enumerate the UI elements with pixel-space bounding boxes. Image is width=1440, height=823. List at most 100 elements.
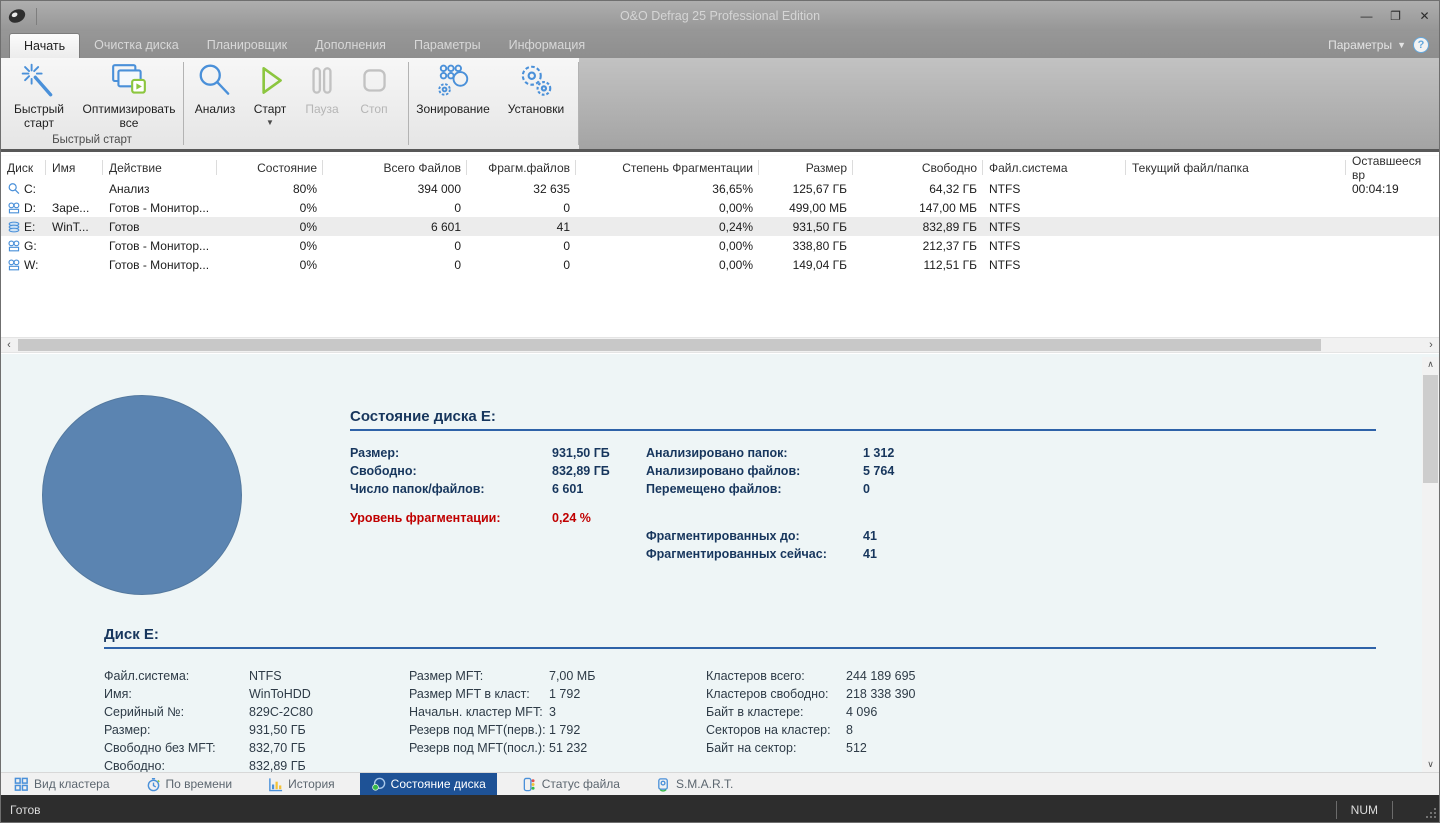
- column-header[interactable]: Фрагм.файлов: [467, 156, 576, 179]
- info-label: Резерв под MFT(посл.):: [409, 741, 546, 755]
- drive-row[interactable]: C: Анализ 80% 394 000 32 635 36,65% 125,67 ГБ 6…: [1, 179, 1439, 198]
- info-label: Размер MFT:: [409, 669, 484, 683]
- table-cell: 0: [454, 200, 461, 215]
- view-tab-cluster[interactable]: Вид кластера: [3, 773, 121, 795]
- table-cell: 0: [454, 257, 461, 272]
- info-label: Перемещено файлов:: [646, 482, 782, 496]
- table-cell: Готов - Монитор...: [109, 257, 210, 272]
- info-label: Кластеров свободно:: [706, 687, 829, 701]
- table-cell: NTFS: [989, 257, 1021, 272]
- disk-state-panel: Состояние диска E: Размер: 931,50 ГБ Свобо…: [1, 354, 1439, 772]
- gears-icon: [517, 62, 555, 100]
- view-tab-disk-state[interactable]: Состояние диска: [359, 773, 497, 795]
- column-header[interactable]: Оставшееся вр: [1346, 154, 1439, 182]
- table-cell: Анализ: [109, 181, 150, 196]
- stop-button[interactable]: Стоп: [351, 62, 397, 116]
- scroll-up-icon[interactable]: ∧: [1422, 357, 1439, 372]
- tab-start[interactable]: Начать: [9, 33, 81, 58]
- table-cell: 0%: [299, 238, 317, 253]
- pause-button[interactable]: Пауза: [299, 62, 345, 116]
- column-header[interactable]: Всего Файлов: [323, 156, 467, 179]
- column-header[interactable]: Степень Фрагментации: [576, 156, 759, 179]
- view-tab-history[interactable]: История: [257, 773, 346, 795]
- analyze-button[interactable]: Анализ: [189, 62, 241, 116]
- horizontal-scrollbar[interactable]: ‹ ›: [1, 337, 1439, 353]
- stop-icon: [355, 62, 393, 100]
- drive-row[interactable]: E: WinT... Готов 0% 6 601 41 0,24% 931,50 ГБ 832…: [1, 217, 1439, 236]
- column-header[interactable]: Размер: [759, 156, 853, 179]
- fragmentation-level-row: Уровень фрагментации: 0,24 %: [350, 511, 591, 525]
- scroll-left-icon[interactable]: ‹: [1, 338, 17, 352]
- close-button[interactable]: ✕: [1410, 3, 1439, 29]
- tab-disk-cleanup[interactable]: Очистка диска: [80, 33, 193, 58]
- num-lock-indicator: NUM: [1335, 800, 1393, 819]
- info-value: 41: [863, 547, 877, 561]
- table-cell: Заре...: [52, 200, 90, 215]
- info-row: Начальн. кластер MFT: 3: [409, 703, 595, 721]
- info-row: Секторов на кластер: 8: [706, 721, 916, 739]
- zoning-button[interactable]: Зонирование: [411, 62, 495, 116]
- info-value: 7,00 МБ: [549, 669, 596, 683]
- app-logo-icon: [7, 6, 27, 26]
- info-label: Фрагментированных до:: [646, 529, 800, 543]
- table-cell: 6 601: [430, 219, 461, 234]
- group-separator: [408, 62, 409, 145]
- view-tab-file-status[interactable]: Статус файла: [511, 773, 631, 795]
- help-icon[interactable]: ?: [1413, 37, 1429, 53]
- info-row: Размер: 931,50 ГБ: [104, 721, 313, 739]
- table-cell: 125,67 ГБ: [792, 181, 847, 196]
- table-cell: 64,32 ГБ: [929, 181, 977, 196]
- column-header[interactable]: Текущий файл/папка: [1126, 156, 1346, 179]
- tab-settings[interactable]: Параметры: [400, 33, 495, 58]
- table-cell: NTFS: [989, 200, 1021, 215]
- table-cell: E:: [1, 220, 46, 234]
- info-label: Файл.система:: [104, 669, 190, 683]
- tab-scheduler[interactable]: Планировщик: [193, 33, 301, 58]
- resize-grip[interactable]: [1424, 806, 1437, 822]
- info-value: 5 764: [863, 464, 895, 478]
- info-value: 1 312: [863, 446, 895, 460]
- tab-info[interactable]: Информация: [495, 33, 600, 58]
- column-header[interactable]: Свободно: [853, 156, 983, 179]
- info-row: Анализировано файлов: 5 764: [646, 462, 1106, 480]
- minimize-button[interactable]: —: [1352, 3, 1381, 29]
- drive-row[interactable]: W: Готов - Монитор... 0% 0 0 0,00% 149,04 ГБ 11…: [1, 255, 1439, 274]
- view-tab-time[interactable]: По времени: [135, 773, 244, 795]
- scroll-right-icon[interactable]: ›: [1423, 338, 1439, 352]
- table-cell: 0: [563, 257, 570, 272]
- view-tab-smart[interactable]: S.M.A.R.T.: [645, 773, 744, 795]
- installations-button[interactable]: Установки: [501, 62, 571, 116]
- drive-row[interactable]: G: Готов - Монитор... 0% 0 0 0,00% 338,80 ГБ 21…: [1, 236, 1439, 255]
- info-label: Свободно:: [350, 464, 417, 478]
- tab-addons[interactable]: Дополнения: [301, 33, 400, 58]
- start-button[interactable]: Старт ▼: [247, 62, 293, 128]
- status-text: Готов: [10, 802, 41, 817]
- info-value: 4 096: [846, 705, 878, 719]
- info-value: 832,70 ГБ: [249, 741, 306, 755]
- info-row: Анализировано папок: 1 312: [646, 444, 1106, 462]
- vscroll-thumb[interactable]: [1423, 375, 1438, 483]
- vertical-scrollbar[interactable]: ∧ ∨: [1422, 357, 1439, 772]
- quick-start-button[interactable]: Быстрый старт: [7, 62, 71, 131]
- view-tab-bar: Вид кластера По времени История Состояни…: [1, 772, 1439, 795]
- options-menu[interactable]: Параметры ▼ ?: [1328, 37, 1439, 58]
- column-header[interactable]: Состояние: [217, 156, 323, 179]
- disk-state-right-column: Анализировано папок: 1 312 Анализировано ф…: [646, 444, 1106, 563]
- info-label: Анализировано папок:: [646, 446, 788, 460]
- column-header[interactable]: Диск: [1, 156, 46, 179]
- restore-button[interactable]: ❐: [1381, 3, 1410, 29]
- column-header[interactable]: Имя: [46, 156, 103, 179]
- optimize-all-button[interactable]: Оптимизировать все: [83, 62, 175, 131]
- drive-monitored-icon: [7, 258, 21, 272]
- info-value: 512: [846, 741, 867, 755]
- window-title: O&O Defrag 25 Professional Edition: [619, 9, 821, 23]
- table-cell: 80%: [292, 181, 317, 196]
- disk-usage-pie: [42, 395, 242, 595]
- table-cell: NTFS: [989, 238, 1021, 253]
- info-row: Размер MFT: 7,00 МБ: [409, 667, 595, 685]
- column-header[interactable]: Действие: [103, 156, 217, 179]
- drive-row[interactable]: D: Заре... Готов - Монитор... 0% 0 0 0,00% 499,…: [1, 198, 1439, 217]
- column-header[interactable]: Файл.система: [983, 156, 1126, 179]
- hscroll-thumb[interactable]: [18, 339, 1321, 351]
- scroll-down-icon[interactable]: ∨: [1422, 757, 1439, 772]
